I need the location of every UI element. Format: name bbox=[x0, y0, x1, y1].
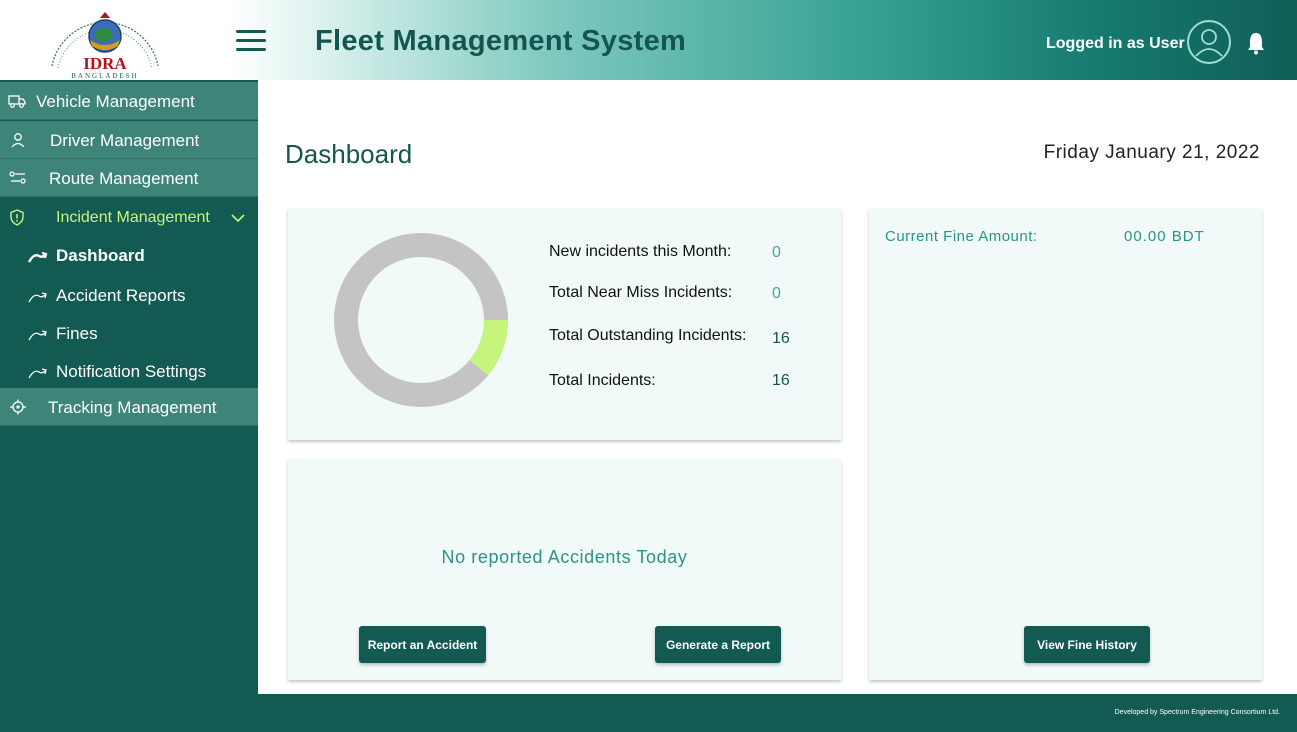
incident-stats-card: New incidents this Month: 0 Total Near M… bbox=[288, 208, 841, 440]
chevron-down-icon[interactable] bbox=[231, 214, 245, 223]
fine-amount-value: 00.00 BDT bbox=[1124, 228, 1205, 245]
truck-icon bbox=[8, 95, 26, 108]
top-header: IDRA BANGLADESH Fleet Management System … bbox=[0, 0, 1297, 80]
generate-report-button[interactable]: Generate a Report bbox=[655, 626, 781, 663]
user-avatar-icon[interactable] bbox=[1187, 20, 1231, 64]
stat-label-new-incidents: New incidents this Month: bbox=[549, 243, 732, 260]
stat-value-total: 16 bbox=[772, 372, 790, 389]
sidebar-subitem-accident-reports[interactable]: Accident Reports bbox=[0, 281, 258, 311]
bell-icon[interactable] bbox=[1246, 31, 1266, 55]
user-status-label: Logged in as User bbox=[1046, 35, 1185, 52]
shield-alert-icon bbox=[10, 209, 24, 226]
sidebar-subitem-notification-settings[interactable]: Notification Settings bbox=[0, 357, 258, 387]
target-icon bbox=[10, 399, 26, 415]
sidebar-subitem-label: Notification Settings bbox=[56, 362, 207, 381]
sidebar-item-driver-management[interactable]: Driver Management bbox=[0, 121, 258, 159]
incident-donut-chart bbox=[334, 233, 508, 407]
donut-highlight-segment bbox=[469, 319, 508, 376]
footer-credit: Developed by Spectrum Engineering Consor… bbox=[1114, 709, 1280, 716]
stat-value-new-incidents: 0 bbox=[772, 244, 781, 261]
sidebar-item-label: Vehicle Management bbox=[36, 92, 195, 111]
stat-label-outstanding: Total Outstanding Incidents: bbox=[549, 327, 747, 344]
current-date: Friday January 21, 2022 bbox=[1043, 142, 1260, 163]
no-accidents-message: No reported Accidents Today bbox=[441, 547, 688, 567]
sidebar-subitem-fines[interactable]: Fines bbox=[0, 319, 258, 349]
sidebar-subitem-dashboard[interactable]: Dashboard bbox=[0, 241, 258, 271]
sidebar: Vehicle Management Driver Management Rou… bbox=[0, 80, 258, 732]
logo-subtext: BANGLADESH bbox=[71, 72, 139, 80]
sidebar-subitem-label: Dashboard bbox=[56, 246, 145, 265]
page-title: Dashboard bbox=[285, 139, 413, 169]
trend-arrow-icon bbox=[28, 368, 47, 379]
logo-text: IDRA bbox=[83, 54, 127, 73]
person-icon bbox=[11, 133, 25, 148]
stat-label-near-miss: Total Near Miss Incidents: bbox=[549, 284, 733, 301]
app-title: Fleet Management System bbox=[315, 25, 687, 57]
fine-amount-label: Current Fine Amount: bbox=[885, 228, 1038, 245]
fine-card: Current Fine Amount: 00.00 BDT View Fine… bbox=[869, 208, 1262, 680]
sidebar-subitem-label: Accident Reports bbox=[56, 286, 186, 305]
sidebar-item-vehicle-management[interactable]: Vehicle Management bbox=[0, 82, 258, 120]
sidebar-subitem-label: Fines bbox=[56, 324, 98, 343]
app-root: IDRA BANGLADESH Fleet Management System … bbox=[0, 0, 1297, 732]
trend-arrow-icon bbox=[28, 251, 48, 263]
trend-arrow-icon bbox=[28, 292, 47, 303]
sidebar-item-tracking-management[interactable]: Tracking Management bbox=[0, 388, 258, 426]
report-accident-button[interactable]: Report an Accident bbox=[359, 626, 486, 663]
sidebar-item-incident-management[interactable]: Incident Management bbox=[0, 198, 258, 238]
donut-ring bbox=[334, 233, 508, 407]
footer: Developed by Spectrum Engineering Consor… bbox=[258, 694, 1297, 732]
idra-logo: IDRA BANGLADESH bbox=[40, 10, 170, 80]
stat-value-outstanding: 16 bbox=[772, 330, 790, 347]
trend-arrow-icon bbox=[28, 330, 47, 341]
sidebar-item-label: Driver Management bbox=[50, 131, 200, 150]
sidebar-item-label: Tracking Management bbox=[48, 398, 217, 417]
hamburger-icon[interactable] bbox=[236, 30, 266, 52]
sidebar-item-label: Route Management bbox=[49, 169, 199, 188]
view-fine-history-button[interactable]: View Fine History bbox=[1024, 626, 1150, 663]
route-icon bbox=[9, 171, 26, 184]
stat-label-total: Total Incidents: bbox=[549, 372, 656, 389]
accidents-card: No reported Accidents Today Report an Ac… bbox=[288, 459, 841, 680]
sidebar-item-label: Incident Management bbox=[56, 209, 210, 226]
sidebar-item-route-management[interactable]: Route Management bbox=[0, 159, 258, 197]
stat-value-near-miss: 0 bbox=[772, 285, 781, 302]
